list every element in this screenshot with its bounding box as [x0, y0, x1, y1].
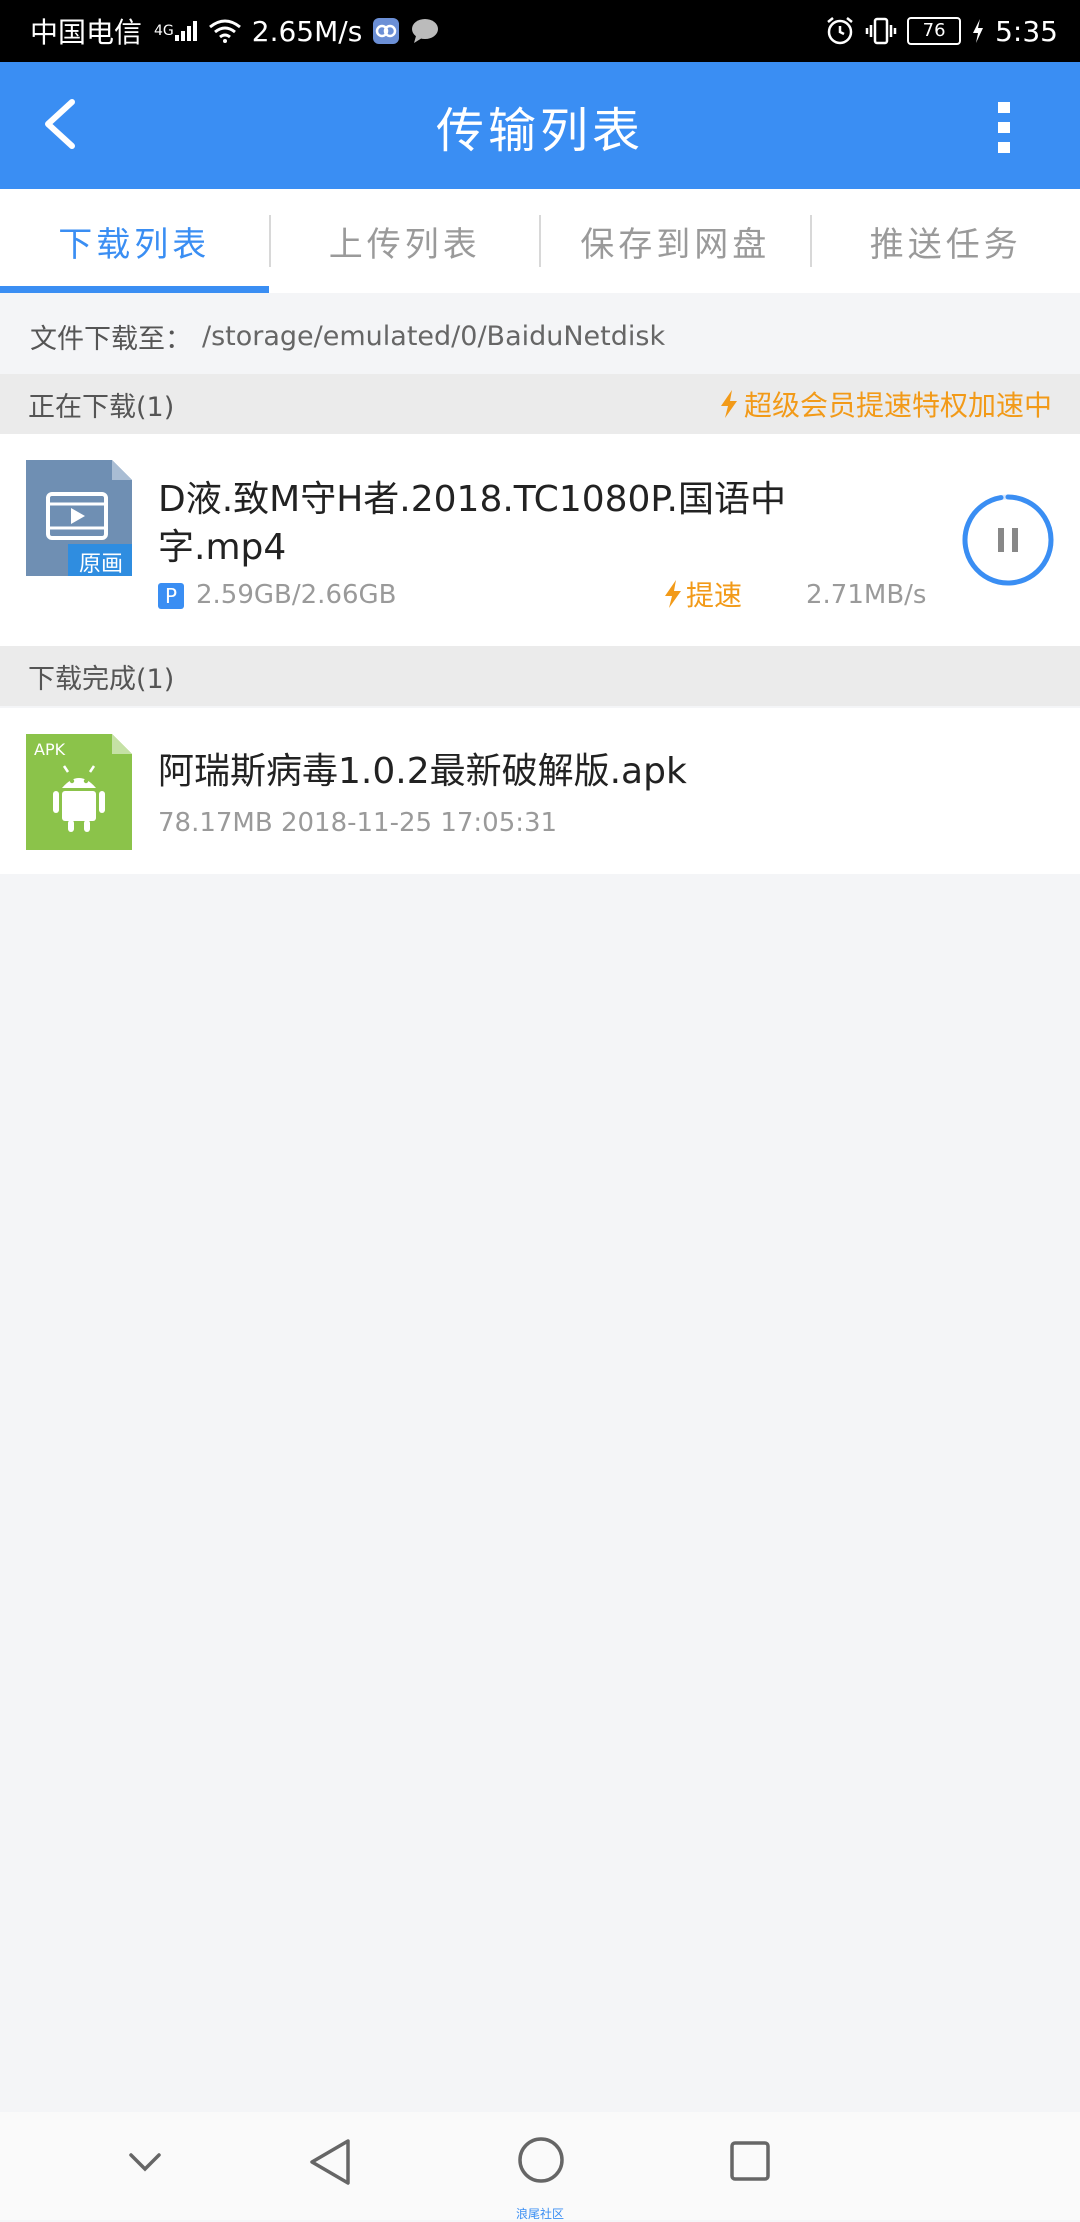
vip-speedup-banner[interactable]: 超级会员提速特权加速中: [718, 384, 1052, 424]
pause-button[interactable]: [960, 492, 1056, 588]
file-name: 阿瑞斯病毒1.0.2最新破解版.apk: [158, 748, 687, 796]
app-bar: 传输列表: [0, 62, 1080, 189]
nav-hide-button[interactable]: [120, 2138, 170, 2188]
transfer-tabs: 下载列表 上传列表 保存到网盘 推送任务: [0, 189, 1080, 293]
list-item-completed[interactable]: APK 阿瑞斯病毒1.0.2最新破解版.apk 78.17MB 2018-11-…: [0, 708, 1080, 874]
completed-header: 下载完成(1): [28, 657, 174, 696]
downloading-header: 正在下载(1): [28, 385, 174, 424]
status-bar: 中国电信 4G 2.65M/s 76 5:35: [0, 0, 1080, 62]
vibrate-icon: [865, 17, 897, 45]
download-progress-size: 2.59GB/2.66GB: [196, 580, 397, 610]
wifi-icon: [208, 19, 242, 43]
more-options-button[interactable]: [990, 98, 1020, 158]
download-speed: 2.71MB/s: [806, 580, 926, 610]
speedup-badge[interactable]: 提速: [662, 574, 742, 614]
alarm-icon: [825, 16, 855, 46]
downloading-section-header: 正在下载(1) 超级会员提速特权加速中: [0, 374, 1080, 434]
baidu-app-icon: [372, 17, 400, 45]
message-icon: [410, 18, 440, 44]
file-name-line-1: D液.致M守H者.2018.TC1080P.国语中: [158, 476, 786, 524]
charging-icon: [971, 18, 985, 44]
nav-recents-button[interactable]: [725, 2136, 775, 2186]
pause-icon: [960, 492, 1056, 588]
more-vertical-icon: [990, 98, 1020, 158]
signal-icon: 4G: [152, 20, 198, 42]
tab-push-tasks[interactable]: 推送任务: [812, 189, 1080, 293]
tab-download-list[interactable]: 下载列表: [0, 189, 269, 293]
nav-home-button[interactable]: [515, 2134, 567, 2186]
circle-home-icon: [516, 2135, 566, 2185]
battery-indicator: 76: [907, 17, 961, 45]
lightning-icon: [662, 579, 684, 609]
tab-upload-list[interactable]: 上传列表: [271, 189, 540, 293]
nav-back-button[interactable]: [305, 2136, 357, 2188]
file-name: D液.致M守H者.2018.TC1080P.国语中 字.mp4: [158, 476, 786, 572]
apk-file-thumbnail: APK: [26, 734, 132, 850]
chevron-down-icon: [125, 2143, 165, 2183]
network-speed: 2.65M/s: [252, 15, 363, 48]
system-nav-bar: [0, 2112, 1080, 2220]
video-file-thumbnail: 原画: [26, 460, 132, 576]
lightning-icon: [718, 389, 740, 419]
vip-speedup-text: 超级会员提速特权加速中: [744, 384, 1052, 424]
file-meta: 78.17MB 2018-11-25 17:05:31: [158, 808, 557, 838]
download-path: /storage/emulated/0/BaiduNetdisk: [202, 321, 665, 352]
nav-caption: 浪尾社区: [0, 2205, 1080, 2222]
speedup-label: 提速: [686, 574, 742, 614]
thumbnail-tag: 原画: [70, 546, 132, 578]
carrier-label: 中国电信: [30, 11, 142, 51]
square-recent-icon: [728, 2139, 772, 2183]
thumbnail-tag: APK: [34, 740, 65, 759]
download-path-row[interactable]: 文件下载至： /storage/emulated/0/BaiduNetdisk: [0, 298, 1080, 374]
file-name-line-2: 字.mp4: [158, 524, 786, 572]
triangle-back-icon: [308, 2138, 354, 2186]
tab-save-to-cloud[interactable]: 保存到网盘: [541, 189, 810, 293]
download-progress-row: P 2.59GB/2.66GB: [158, 580, 397, 610]
clock: 5:35: [995, 15, 1058, 48]
list-item-downloading[interactable]: 原画 D液.致M守H者.2018.TC1080P.国语中 字.mp4 P 2.59…: [0, 434, 1080, 646]
network-type-badge: 4G: [154, 23, 174, 39]
download-path-label: 文件下载至：: [30, 317, 192, 356]
completed-section-header: 下载完成(1): [0, 646, 1080, 706]
p-badge: P: [158, 583, 184, 609]
page-title: 传输列表: [0, 62, 1080, 189]
